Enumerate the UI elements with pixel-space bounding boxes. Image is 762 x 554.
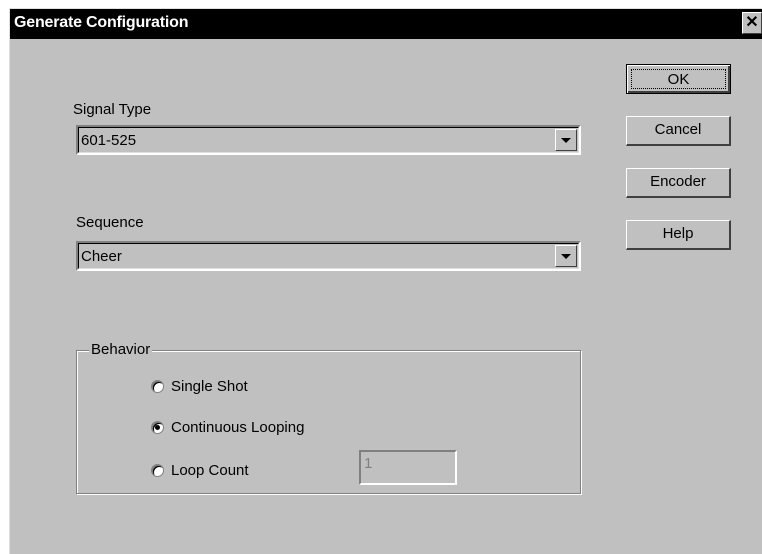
cancel-button[interactable]: Cancel [626,116,731,146]
dropdown-arrow-icon[interactable] [555,245,577,267]
dropdown-arrow-icon[interactable] [555,129,577,151]
help-button[interactable]: Help [626,220,731,250]
behavior-groupbox: Behavior Single Shot Continuous Looping … [76,341,581,494]
behavior-legend: Behavior [89,341,153,358]
ok-button-label: OK [631,69,726,89]
single-shot-label: Single Shot [171,378,248,395]
title-bar[interactable]: Generate Configuration ✕ [10,9,762,39]
loop-count-radio[interactable] [151,464,164,477]
single-shot-radio[interactable] [151,380,164,393]
close-icon: ✕ [745,14,759,31]
signal-type-dropdown[interactable]: 601-525 [76,125,581,155]
signal-type-label: Signal Type [73,101,152,118]
sequence-label: Sequence [76,214,144,231]
continuous-looping-label: Continuous Looping [171,419,305,436]
loop-count-label: Loop Count [171,462,249,479]
sequence-value: Cheer [81,248,122,265]
continuous-looping-radio[interactable] [151,421,164,434]
dialog-title: Generate Configuration [14,14,189,31]
generate-configuration-dialog: Generate Configuration ✕ Signal Type 601… [9,8,762,554]
signal-type-value: 601-525 [81,132,137,149]
sequence-dropdown-frame: Cheer [78,243,579,269]
sequence-dropdown[interactable]: Cheer [76,241,581,271]
loop-count-input[interactable]: 1 [359,450,457,485]
close-button[interactable]: ✕ [742,12,762,34]
encoder-button[interactable]: Encoder [626,168,731,198]
ok-button[interactable]: OK [626,64,731,94]
signal-type-dropdown-frame: 601-525 [78,127,579,153]
